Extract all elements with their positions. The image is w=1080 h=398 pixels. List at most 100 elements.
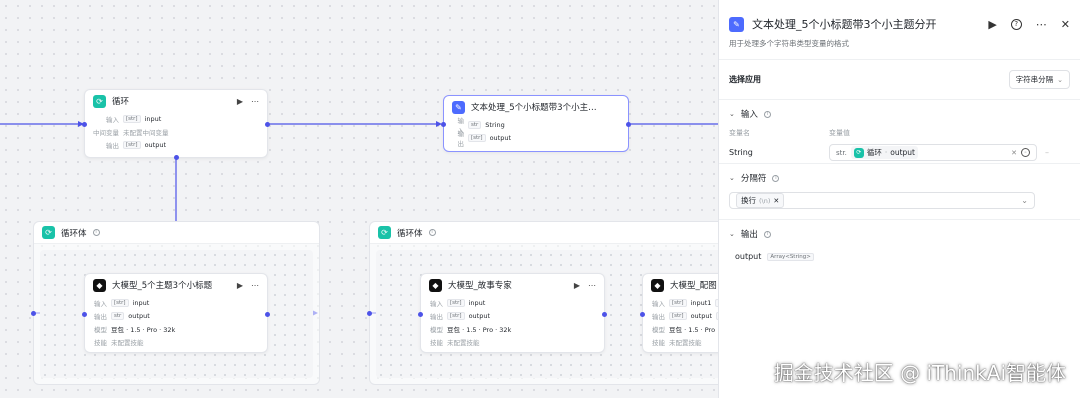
type-tag: [str] bbox=[669, 298, 687, 307]
body-port[interactable] bbox=[174, 155, 179, 160]
panel-description: 用于处理多个字符串类型变量的格式 bbox=[719, 34, 1080, 60]
clear-icon[interactable]: ✕ bbox=[1011, 149, 1017, 157]
row-key: 输入 bbox=[430, 299, 443, 308]
row-key: 输入 bbox=[106, 115, 119, 124]
chevron-down-icon: ⌄ bbox=[1021, 196, 1028, 205]
row-value: input bbox=[144, 114, 162, 123]
run-icon[interactable]: ▶ bbox=[574, 281, 580, 290]
row-value: output bbox=[468, 311, 491, 320]
input-var-name[interactable]: String bbox=[729, 148, 829, 157]
col-value-header: 变量值 bbox=[829, 129, 850, 137]
type-tag: [str] bbox=[123, 140, 141, 149]
input-port[interactable] bbox=[441, 122, 446, 127]
type-tag: [str] bbox=[447, 298, 465, 307]
select-app-label: 选择应用 bbox=[729, 75, 761, 84]
row-key: 技能 bbox=[652, 338, 665, 347]
info-icon[interactable]: i bbox=[428, 229, 436, 236]
row-value: 未配置技能 bbox=[447, 338, 480, 347]
type-tag: str bbox=[111, 311, 125, 320]
separator-select[interactable]: 换行 (\n) ✕ ⌄ bbox=[729, 192, 1035, 209]
row-value: 未配置中间变量 bbox=[123, 128, 169, 137]
row-key: 输出 bbox=[457, 129, 465, 148]
output-var-name: output bbox=[735, 252, 762, 261]
run-icon[interactable]: ▶ bbox=[237, 97, 243, 106]
row-key: 模型 bbox=[430, 325, 443, 334]
collapse-icon[interactable]: ⌄ bbox=[729, 230, 735, 238]
remove-row-icon[interactable]: – bbox=[1045, 148, 1049, 157]
loop-body-icon: ⟳ bbox=[42, 226, 55, 239]
collapse-icon[interactable]: ⌄ bbox=[729, 110, 735, 118]
ref-node: 循环 bbox=[866, 148, 882, 157]
input-var-value-field[interactable]: str. ⟳ 循环 · output ✕ ◦ bbox=[829, 144, 1037, 161]
input-port[interactable] bbox=[640, 312, 645, 317]
input-port[interactable] bbox=[418, 312, 423, 317]
chip-label: 换行 bbox=[741, 196, 756, 205]
node-title: 文本处理_5个小标题带3个小主… bbox=[471, 103, 597, 113]
ref-chip[interactable]: ⟳ 循环 · output bbox=[850, 146, 918, 159]
separator-section-title: 分隔符 bbox=[740, 174, 767, 184]
model-value: 豆包 · 1.5 · Pro bbox=[669, 325, 716, 334]
llm-node[interactable]: ◆ 大模型_5个主题3个小标题 ▶ ⋯ 输入 [str] input 输出 str out… bbox=[82, 273, 270, 353]
text-process-node[interactable]: ✎ 文本处理_5个小标题带3个小主… 输入 str String 输出 [str] ou… bbox=[441, 95, 631, 152]
more-icon[interactable]: ⋯ bbox=[251, 97, 259, 106]
input-section-title: 输入 bbox=[740, 110, 758, 120]
row-value: input1 bbox=[690, 298, 712, 307]
node-config-panel: ✎ 文本处理_5个小标题带3个小主题分开 ▶ ? ⋯ ✕ 用于处理多个字符串类型… bbox=[718, 0, 1080, 398]
row-key: 输出 bbox=[106, 141, 119, 150]
watermark: 掘金技术社区 @ iThinkAi智能体 bbox=[773, 361, 1066, 385]
separator-chip[interactable]: 换行 (\n) ✕ bbox=[736, 193, 785, 208]
type-tag: str. bbox=[836, 148, 847, 157]
info-icon[interactable]: i bbox=[763, 230, 771, 238]
group-input-port[interactable] bbox=[31, 311, 36, 316]
llm-icon: ◆ bbox=[651, 278, 664, 292]
text-process-icon: ✎ bbox=[729, 16, 744, 32]
output-port[interactable] bbox=[265, 122, 270, 127]
more-icon[interactable]: ⋯ bbox=[251, 281, 259, 290]
remove-chip-icon[interactable]: ✕ bbox=[773, 197, 779, 205]
llm-node-story[interactable]: ◆ 大模型_故事专家 ▶ ⋯ 输入 [str] input 输出 [str] output… bbox=[418, 273, 607, 353]
panel-title[interactable]: 文本处理_5个小标题带3个小主题分开 bbox=[752, 16, 980, 32]
help-icon[interactable]: ? bbox=[1010, 18, 1022, 30]
info-icon[interactable]: i bbox=[763, 110, 771, 118]
loop-body-icon: ⟳ bbox=[378, 226, 391, 239]
output-port[interactable] bbox=[602, 312, 607, 317]
info-icon[interactable]: i bbox=[772, 174, 780, 182]
variable-ref-icon[interactable]: ◦ bbox=[1021, 148, 1030, 157]
run-icon[interactable]: ▶ bbox=[988, 18, 996, 31]
workflow-canvas[interactable]: ⟳ 循环 ▶ ⋯ 输入 [str] input 中间变量 未配置中间变量 输出 [str]… bbox=[0, 0, 762, 398]
output-type-tag: Array<String> bbox=[767, 252, 814, 261]
output-section-title: 输出 bbox=[740, 230, 758, 240]
more-icon[interactable]: ⋯ bbox=[1036, 18, 1047, 31]
close-icon[interactable]: ✕ bbox=[1061, 18, 1070, 31]
type-tag: str bbox=[468, 120, 482, 129]
row-key: 输入 bbox=[94, 299, 107, 308]
row-value: 未配置技能 bbox=[669, 338, 702, 347]
row-key: 输出 bbox=[652, 312, 665, 321]
row-key: 中间变量 bbox=[93, 128, 119, 137]
input-port[interactable] bbox=[82, 122, 87, 127]
group-input-port[interactable] bbox=[367, 311, 372, 316]
output-port[interactable] bbox=[626, 122, 631, 127]
row-value: output bbox=[489, 133, 512, 142]
more-icon[interactable]: ⋯ bbox=[588, 281, 596, 290]
collapse-icon[interactable]: ⌄ bbox=[729, 174, 735, 182]
loop-node[interactable]: ⟳ 循环 ▶ ⋯ 输入 [str] input 中间变量 未配置中间变量 输出 [str]… bbox=[82, 89, 270, 160]
input-port[interactable] bbox=[82, 312, 87, 317]
row-key: 输入 bbox=[652, 299, 665, 308]
run-icon[interactable]: ▶ bbox=[237, 281, 243, 290]
node-title: 循环 bbox=[112, 97, 130, 107]
loop-icon: ⟳ bbox=[93, 94, 106, 108]
col-name-header: 变量名 bbox=[729, 129, 750, 137]
select-app-dropdown[interactable]: 字符串分隔 ⌄ bbox=[1008, 70, 1070, 89]
row-value: input bbox=[132, 298, 150, 307]
select-app-value: 字符串分隔 bbox=[1015, 75, 1054, 84]
row-value: output bbox=[128, 311, 150, 320]
row-key: 输出 bbox=[430, 312, 443, 321]
chevron-down-icon: ⌄ bbox=[1057, 75, 1063, 84]
type-tag: [str] bbox=[468, 133, 486, 142]
type-tag: [str] bbox=[447, 311, 465, 320]
type-tag: [str] bbox=[669, 311, 687, 320]
llm-icon: ◆ bbox=[429, 278, 442, 292]
output-port[interactable] bbox=[265, 312, 270, 317]
info-icon[interactable]: i bbox=[92, 229, 100, 236]
